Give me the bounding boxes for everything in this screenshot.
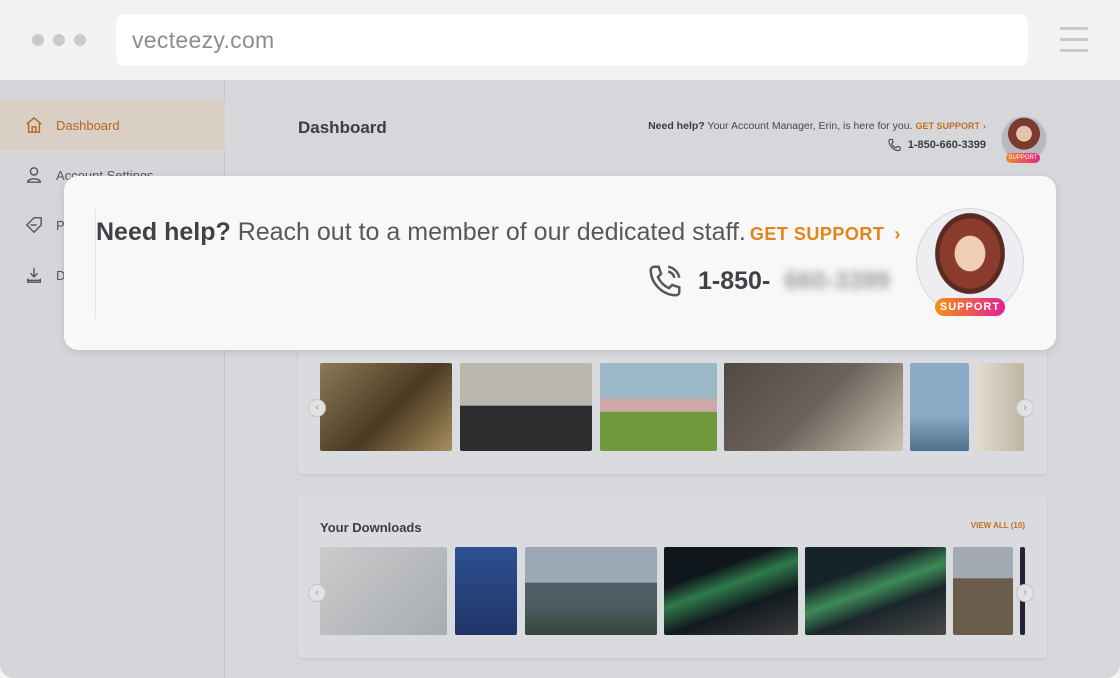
phone-icon	[888, 138, 901, 152]
image-thumbnail[interactable]	[910, 363, 969, 451]
carousel-prev-button[interactable]: ‹	[308, 584, 326, 602]
sidebar: Dashboard Account Settings P D	[0, 80, 225, 678]
downloads-title: Your Downloads	[320, 520, 422, 535]
sidebar-item-label: Dashboard	[56, 117, 120, 133]
view-all-link[interactable]: VIEW ALL (10)	[971, 521, 1025, 530]
download-icon	[24, 265, 44, 285]
get-support-link[interactable]: GET SUPPORT	[915, 121, 980, 131]
image-thumbnail[interactable]	[600, 363, 717, 451]
browser-window: vecteezy.com Dashboard Account Settings …	[0, 0, 1120, 678]
help-message: Need help? Your Account Manager, Erin, i…	[648, 120, 986, 132]
window-dot[interactable]	[53, 34, 65, 46]
page-title: Dashboard	[298, 118, 387, 137]
download-thumbnail[interactable]	[805, 547, 946, 635]
chevron-right-icon: ›	[894, 224, 901, 244]
support-badge-large: SUPPORT	[935, 298, 1005, 316]
image-thumbnail[interactable]	[460, 363, 592, 451]
address-bar[interactable]: vecteezy.com	[116, 14, 1028, 66]
help-text: Your Account Manager, Erin, is here for …	[704, 120, 913, 132]
support-phone-large[interactable]: 1-850- 660-3399	[646, 262, 890, 300]
download-thumbnail[interactable]	[320, 547, 447, 635]
window-dot[interactable]	[74, 34, 86, 46]
image-thumbnail[interactable]	[724, 363, 903, 451]
home-icon	[24, 115, 44, 135]
support-phone[interactable]: 1-850-660-3399	[887, 138, 986, 152]
support-callout-card: Need help? Reach out to a member of our …	[64, 176, 1056, 350]
phone-number-blurred: 660-3399	[784, 266, 890, 295]
chevron-right-icon: ›	[983, 121, 986, 131]
download-thumbnail[interactable]	[953, 547, 1013, 635]
get-support-button[interactable]: GET SUPPORT	[750, 224, 885, 244]
recent-images-panel: ‹ ›	[298, 338, 1047, 474]
phone-number-visible: 1-850-	[698, 266, 771, 295]
image-thumbnail[interactable]	[320, 363, 452, 451]
download-thumbnail[interactable]	[664, 547, 798, 635]
carousel-next-button[interactable]: ›	[1016, 584, 1034, 602]
support-message-text: Reach out to a member of our dedicated s…	[230, 218, 746, 246]
main-content: Dashboard Need help? Your Account Manage…	[226, 80, 1120, 678]
carousel-next-button[interactable]: ›	[1016, 399, 1034, 417]
support-badge: SUPPORT	[1006, 153, 1040, 163]
help-bold: Need help?	[648, 120, 705, 132]
sidebar-item-dashboard[interactable]: Dashboard	[0, 100, 225, 150]
phone-number: 1-850-660-3399	[907, 139, 986, 151]
window-controls	[32, 34, 86, 46]
carousel-prev-button[interactable]: ‹	[308, 399, 326, 417]
phone-icon	[649, 265, 681, 297]
window-dot[interactable]	[32, 34, 44, 46]
download-thumbnail[interactable]	[525, 547, 657, 635]
user-icon	[24, 165, 44, 185]
support-message-bold: Need help?	[96, 218, 231, 246]
tag-icon	[24, 215, 44, 235]
hamburger-menu-icon[interactable]	[1060, 27, 1088, 53]
downloads-panel: Your Downloads VIEW ALL (10) ‹ ›	[298, 496, 1047, 658]
download-thumbnail[interactable]	[455, 547, 517, 635]
support-message: Need help? Reach out to a member of our …	[96, 218, 900, 247]
browser-titlebar: vecteezy.com	[0, 0, 1120, 80]
